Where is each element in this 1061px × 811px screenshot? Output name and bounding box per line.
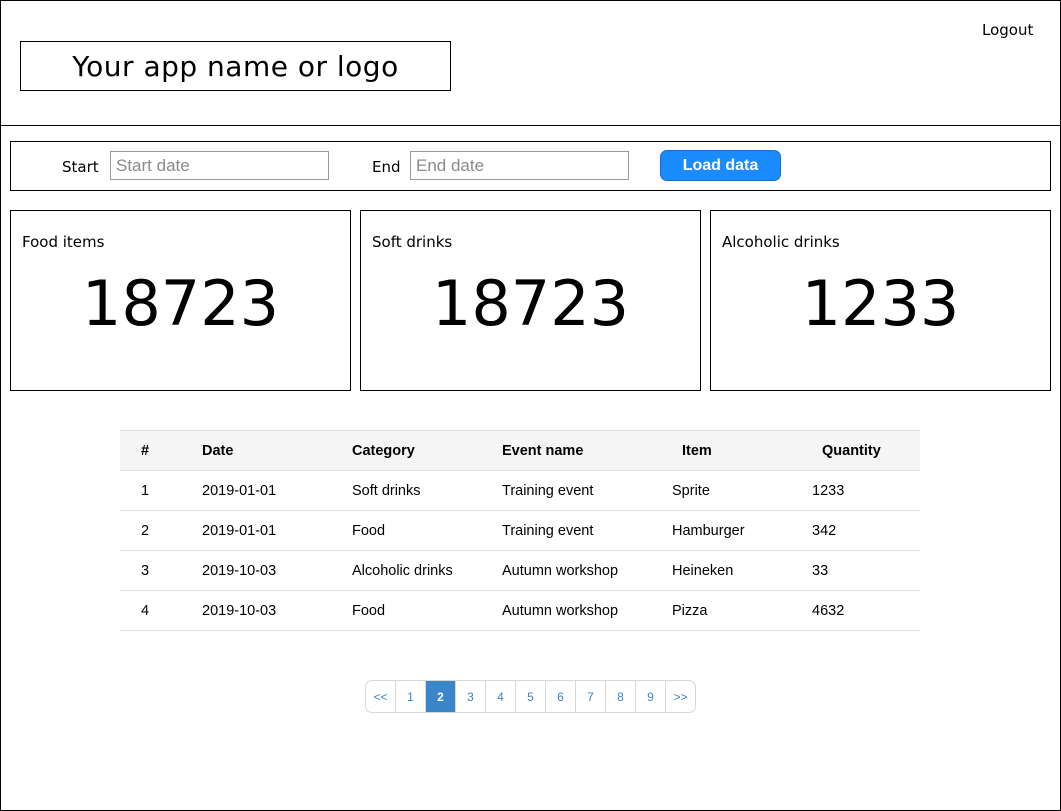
column-header-item: Item <box>672 430 812 471</box>
table-row: 2 2019-01-01 Food Training event Hamburg… <box>120 510 920 551</box>
end-date-input[interactable] <box>410 151 629 180</box>
table-cell: 1 <box>120 470 202 511</box>
page-9-button[interactable]: 9 <box>635 681 665 712</box>
stat-card-value: 18723 <box>431 267 630 340</box>
table-cell: 4632 <box>812 590 920 631</box>
table-cell: Training event <box>502 510 672 551</box>
table-cell: Training event <box>502 470 672 511</box>
table-cell: Food <box>352 590 502 631</box>
table-cell: 2019-10-03 <box>202 590 352 631</box>
table-cell: Sprite <box>672 470 812 511</box>
app-logo-text: Your app name or logo <box>72 49 399 83</box>
table-cell: Soft drinks <box>352 470 502 511</box>
logout-link[interactable]: Logout <box>982 21 1033 39</box>
table-cell: 2019-10-03 <box>202 550 352 591</box>
header-divider <box>0 125 1061 126</box>
stat-card-soft-drinks: Soft drinks 18723 <box>360 210 701 391</box>
end-date-label: End <box>372 158 401 176</box>
load-data-button[interactable]: Load data <box>660 150 781 181</box>
page-6-button[interactable]: 6 <box>545 681 575 712</box>
table-row: 3 2019-10-03 Alcoholic drinks Autumn wor… <box>120 550 920 591</box>
stat-card-title: Alcoholic drinks <box>722 233 840 251</box>
table-cell: Food <box>352 510 502 551</box>
start-date-label: Start <box>62 158 99 176</box>
page-4-button[interactable]: 4 <box>485 681 515 712</box>
table-cell: 3 <box>120 550 202 591</box>
column-header-quantity: Quantity <box>812 430 920 471</box>
column-header-number: # <box>120 430 202 471</box>
table-cell: 33 <box>812 550 920 591</box>
table-cell: Alcoholic drinks <box>352 550 502 591</box>
column-header-event-name: Event name <box>502 430 672 471</box>
table-cell: 1233 <box>812 470 920 511</box>
stat-card-value: 1233 <box>801 267 960 340</box>
stat-card-value: 18723 <box>81 267 280 340</box>
page-8-button[interactable]: 8 <box>605 681 635 712</box>
page-previous-button[interactable]: << <box>366 681 395 712</box>
column-header-date: Date <box>202 430 352 471</box>
table-header-row: # Date Category Event name Item Quantity <box>120 430 920 471</box>
start-date-input[interactable] <box>110 151 329 180</box>
page-3-button[interactable]: 3 <box>455 681 485 712</box>
page-7-button[interactable]: 7 <box>575 681 605 712</box>
stat-card-alcoholic-drinks: Alcoholic drinks 1233 <box>710 210 1051 391</box>
date-filter-bar: Start End Load data <box>10 141 1051 191</box>
table-cell: Pizza <box>672 590 812 631</box>
table-row: 4 2019-10-03 Food Autumn workshop Pizza … <box>120 590 920 631</box>
table-row: 1 2019-01-01 Soft drinks Training event … <box>120 470 920 511</box>
page-1-button[interactable]: 1 <box>395 681 425 712</box>
table-cell: Autumn workshop <box>502 550 672 591</box>
data-table: # Date Category Event name Item Quantity… <box>120 430 920 631</box>
page-5-button[interactable]: 5 <box>515 681 545 712</box>
table-cell: Autumn workshop <box>502 590 672 631</box>
stat-card-title: Food items <box>22 233 105 251</box>
table-cell: Heineken <box>672 550 812 591</box>
table-cell: 2019-01-01 <box>202 510 352 551</box>
stat-card-title: Soft drinks <box>372 233 453 251</box>
app-logo: Your app name or logo <box>20 41 451 91</box>
pagination: << 1 2 3 4 5 6 7 8 9 >> <box>365 680 696 713</box>
page-2-button[interactable]: 2 <box>425 681 455 712</box>
table-cell: 2 <box>120 510 202 551</box>
table-cell: 2019-01-01 <box>202 470 352 511</box>
table-cell: 4 <box>120 590 202 631</box>
stat-card-food: Food items 18723 <box>10 210 351 391</box>
page-next-button[interactable]: >> <box>665 681 695 712</box>
column-header-category: Category <box>352 430 502 471</box>
table-cell: 342 <box>812 510 920 551</box>
table-cell: Hamburger <box>672 510 812 551</box>
